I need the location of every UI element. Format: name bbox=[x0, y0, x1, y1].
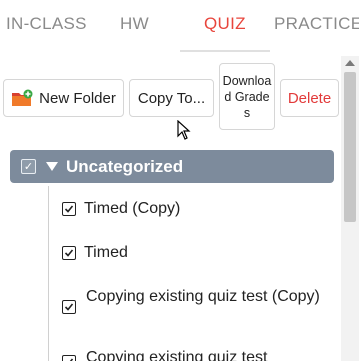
checkmark-icon bbox=[64, 249, 74, 257]
checkmark-icon bbox=[64, 303, 74, 311]
download-grades-label: Download Grades bbox=[222, 73, 272, 120]
tab-quiz[interactable]: QUIZ bbox=[204, 14, 246, 34]
copy-to-button[interactable]: Copy To... bbox=[129, 79, 214, 117]
item-checkbox[interactable] bbox=[62, 355, 76, 361]
tab-bar: IN-CLASS HW QUIZ PRACTICE bbox=[0, 0, 359, 54]
delete-button[interactable]: Delete bbox=[280, 79, 339, 117]
triangle-down-icon[interactable] bbox=[46, 162, 58, 171]
download-grades-button[interactable]: Download Grades bbox=[219, 63, 275, 130]
tab-hw[interactable]: HW bbox=[120, 14, 149, 34]
new-folder-button[interactable]: New Folder bbox=[3, 79, 124, 117]
list-item[interactable]: Timed (Copy) bbox=[62, 198, 334, 220]
item-label: Timed (Copy) bbox=[84, 200, 181, 217]
scrollbar[interactable] bbox=[341, 56, 359, 361]
quiz-panel: IN-CLASS HW QUIZ PRACTICE New Folder Cop… bbox=[0, 0, 359, 361]
tab-practice[interactable]: PRACTICE bbox=[274, 14, 359, 34]
tab-in-class[interactable]: IN-CLASS bbox=[6, 14, 87, 34]
list-item[interactable]: Timed bbox=[62, 242, 334, 264]
item-label: Copying existing quiz test (Copy) bbox=[86, 288, 320, 305]
category-label: Uncategorized bbox=[66, 156, 184, 176]
scroll-thumb[interactable] bbox=[344, 72, 356, 222]
category-checkbox[interactable]: ✓ bbox=[21, 159, 36, 174]
list-item[interactable]: Copying existing quiz test bbox=[62, 347, 336, 361]
mouse-pointer-icon bbox=[177, 120, 191, 140]
item-label: Timed bbox=[84, 244, 128, 261]
delete-label: Delete bbox=[287, 89, 332, 107]
category-uncategorized[interactable]: ✓ Uncategorized bbox=[10, 150, 334, 183]
checkmark-icon bbox=[69, 358, 74, 361]
list-item[interactable]: Copying existing quiz test (Copy) bbox=[62, 286, 336, 314]
tree-guide-line bbox=[48, 186, 49, 361]
copy-to-label: Copy To... bbox=[137, 89, 206, 107]
folder-add-icon bbox=[12, 89, 33, 106]
scroll-up-arrow-icon[interactable] bbox=[345, 60, 355, 66]
toolbar: New Folder Copy To... Download Grades De… bbox=[0, 60, 340, 150]
item-checkbox[interactable] bbox=[62, 202, 76, 216]
new-folder-label: New Folder bbox=[39, 89, 116, 107]
tab-divider bbox=[180, 50, 270, 52]
item-label: Copying existing quiz test bbox=[86, 349, 268, 361]
item-checkbox[interactable] bbox=[62, 300, 76, 314]
item-checkbox[interactable] bbox=[62, 246, 76, 260]
checkmark-icon bbox=[64, 205, 74, 213]
